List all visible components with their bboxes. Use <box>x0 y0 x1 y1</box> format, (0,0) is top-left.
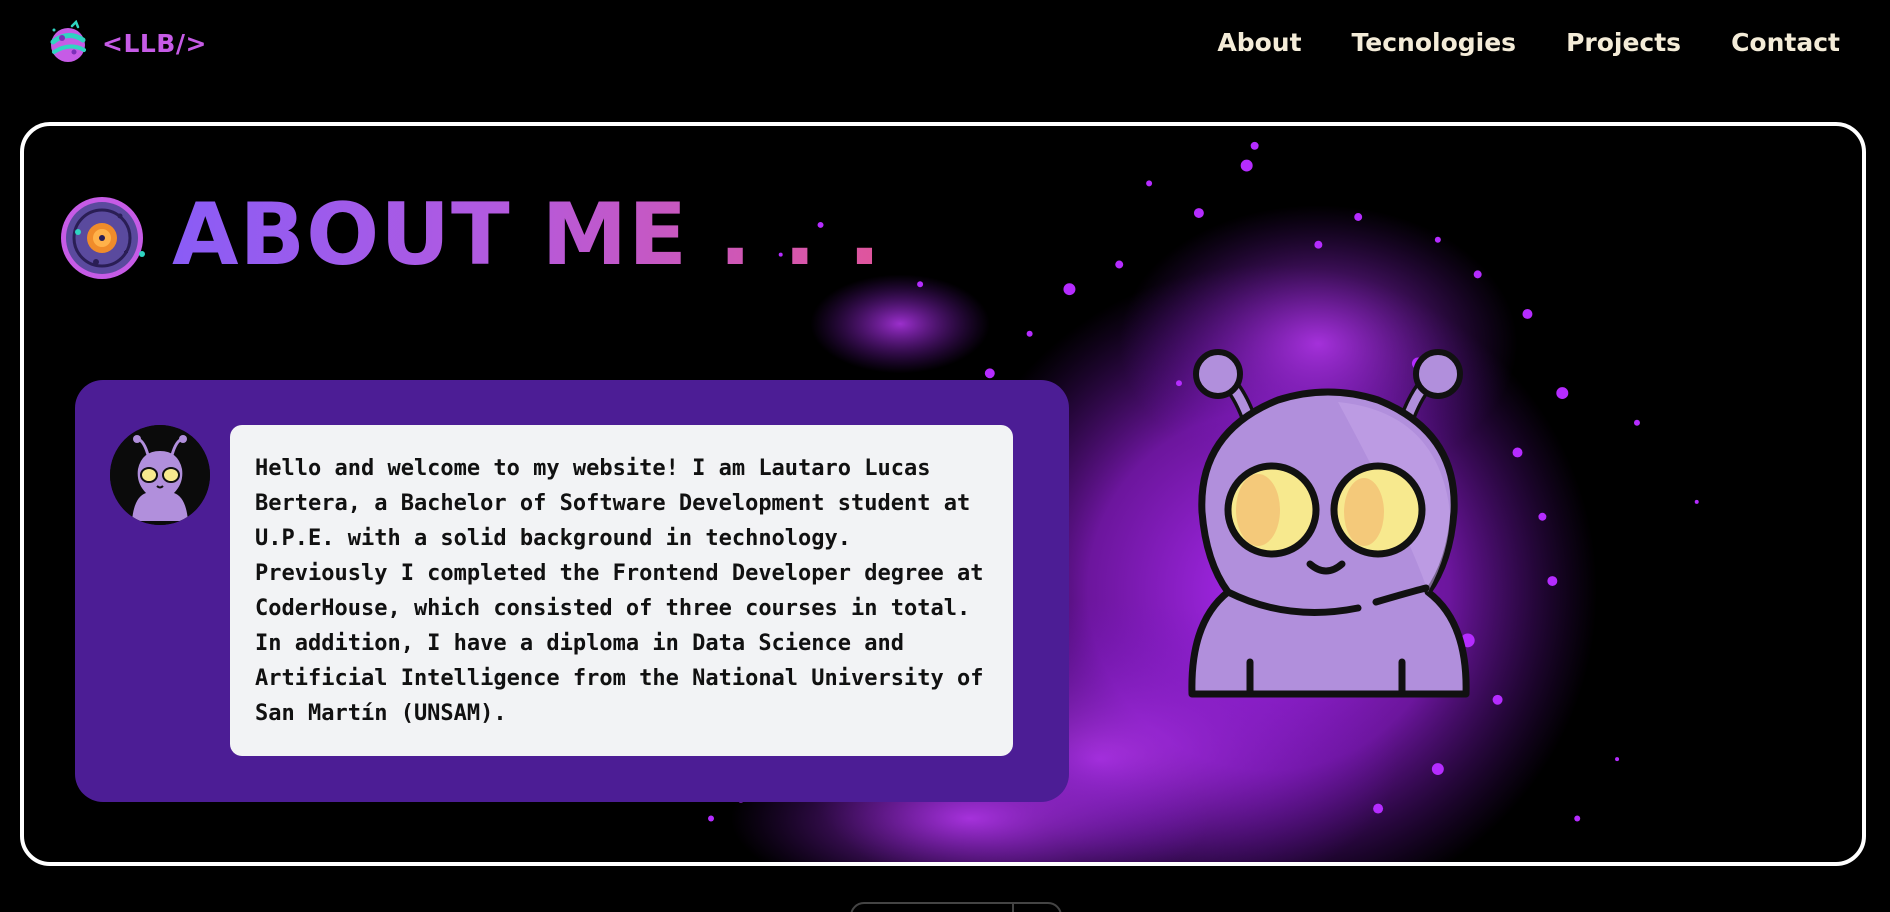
nav-about[interactable]: About <box>1217 28 1301 57</box>
bio-bubble: Hello and welcome to my website! I am La… <box>230 425 1013 756</box>
bottom-tab[interactable] <box>850 902 1062 912</box>
alien-avatar <box>110 425 210 525</box>
main-nav: About Tecnologies Projects Contact <box>1217 28 1840 57</box>
nav-tecnologies[interactable]: Tecnologies <box>1352 28 1517 57</box>
about-section: ABOUT ME . . . Hello and welcome to my w… <box>20 122 1866 866</box>
site-header: <LLB/> About Tecnologies Projects Contac… <box>0 0 1890 92</box>
bio-card: Hello and welcome to my website! I am La… <box>75 380 1069 802</box>
bottom-tab-divider <box>1012 904 1014 912</box>
bio-text: Hello and welcome to my website! I am La… <box>255 456 984 726</box>
galaxy-icon <box>61 197 145 279</box>
alien-illustration <box>1188 349 1470 698</box>
planet-icon <box>50 20 86 62</box>
nav-projects[interactable]: Projects <box>1566 28 1681 57</box>
page-title: ABOUT ME . . . <box>172 185 882 285</box>
nav-contact[interactable]: Contact <box>1731 28 1840 57</box>
page: <LLB/> About Tecnologies Projects Contac… <box>0 0 1890 912</box>
logo-text: <LLB/> <box>102 28 207 58</box>
logo-link[interactable]: <LLB/> <box>46 20 207 66</box>
